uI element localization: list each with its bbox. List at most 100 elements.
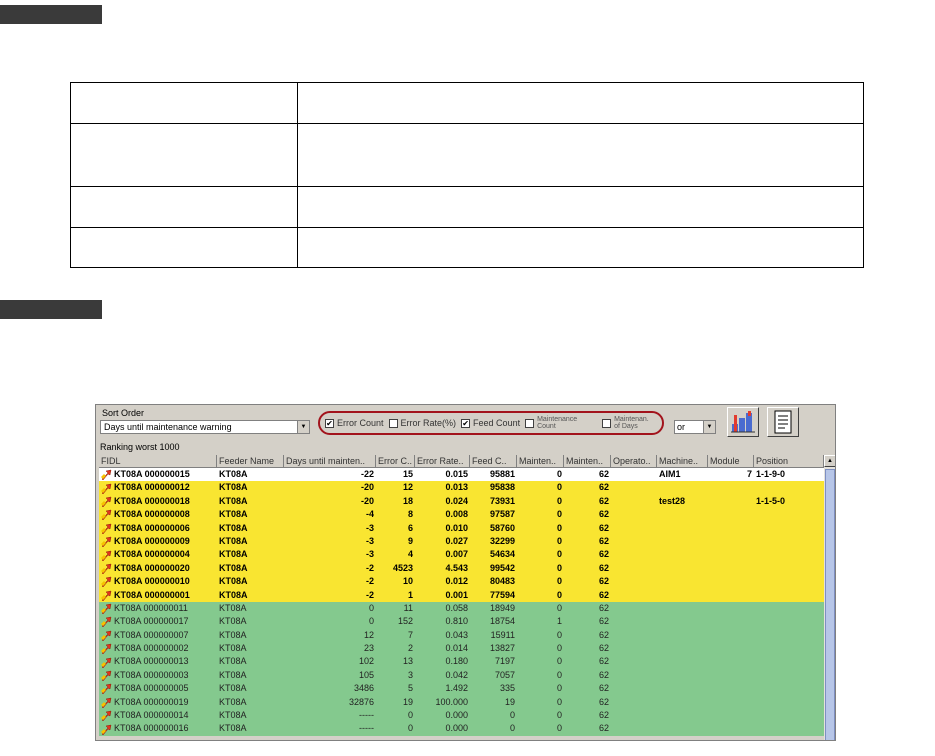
- table-cell: 1: [556, 616, 562, 627]
- table-cell: 0.042: [445, 669, 468, 680]
- table-row[interactable]: KT08A 000000013 KT08A 102 13 0.180 7197 0 62: [99, 655, 824, 669]
- table-cell: [754, 709, 824, 722]
- table-cell: 0.014: [445, 643, 468, 654]
- column-header[interactable]: Machine..: [657, 455, 708, 468]
- table-row[interactable]: KT08A 000000020 KT08A -2 4523 4.543 99542 0 62: [99, 561, 824, 576]
- table-row[interactable]: KT08A 000000005 KT08A 3486 5 1.492 335 0 62: [99, 682, 824, 696]
- table-cell: KT08A 000000020: [99, 562, 217, 575]
- table-cell: 0: [556, 482, 562, 493]
- filter-label: Feed Count: [473, 418, 521, 428]
- logic-select[interactable]: or ▼: [674, 420, 716, 434]
- column-header[interactable]: Operato..: [611, 455, 657, 468]
- table-cell: [754, 548, 824, 561]
- column-header[interactable]: Feed C..: [470, 455, 517, 468]
- table-cell: KT08A 000000014: [99, 709, 217, 722]
- table-row[interactable]: KT08A 000000010 KT08A -2 10 0.012 80483 0 62: [99, 575, 824, 589]
- filter-checkbox-3[interactable]: Maintenance Count: [525, 416, 597, 430]
- checkbox-icon[interactable]: [525, 418, 535, 428]
- sort-order-select[interactable]: Days until maintenance warning ▼: [100, 420, 310, 434]
- table-cell: 0: [556, 576, 562, 587]
- column-header[interactable]: Position: [754, 455, 824, 468]
- table-row[interactable]: KT08A 000000002 KT08A 23 2 0.014 13827 0 62: [99, 642, 824, 656]
- checkbox-icon[interactable]: ✔: [325, 418, 334, 428]
- table-cell: 62: [598, 696, 609, 707]
- scroll-thumb[interactable]: [825, 469, 835, 740]
- feeder-arrow-icon: [101, 590, 112, 601]
- table-row[interactable]: KT08A 000000004 KT08A -3 4 0.007 54634 0 62: [99, 548, 824, 562]
- table-row[interactable]: KT08A 000000012 KT08A -20 12 0.013 95838 0 62: [99, 481, 824, 495]
- table-row[interactable]: KT08A 000000018 KT08A -20 18 0.024 73931 0 62 te…: [99, 494, 824, 509]
- table-cell: 105: [358, 669, 374, 680]
- table-cell: 1.492: [445, 683, 468, 694]
- table-cell: 0.810: [445, 616, 468, 627]
- table-row[interactable]: KT08A 000000019 KT08A 32876 19 100.000 19 0 62: [99, 695, 824, 710]
- table-row[interactable]: KT08A 000000014 KT08A ----- 0 0.000 0 0 62: [99, 709, 824, 723]
- table-cell: KT08A 000000004: [99, 548, 217, 561]
- column-header[interactable]: FIDL: [99, 455, 217, 468]
- checkbox-icon[interactable]: [602, 418, 612, 428]
- filter-checkbox-0[interactable]: ✔ Error Count: [325, 418, 384, 428]
- table-cell: 32876: [348, 696, 374, 707]
- table-row[interactable]: KT08A 000000008 KT08A -4 8 0.008 97587 0 62: [99, 508, 824, 522]
- table-row[interactable]: KT08A 000000016 KT08A ----- 0 0.000 0 0 62: [99, 722, 824, 736]
- table-cell: KT08A: [219, 602, 247, 613]
- checkbox-icon[interactable]: [388, 418, 398, 428]
- chevron-down-icon[interactable]: ▼: [703, 421, 715, 433]
- table-cell: KT08A 000000002: [99, 642, 217, 655]
- table-cell: 0: [556, 710, 562, 721]
- table-cell: KT08A: [219, 696, 247, 707]
- table-cell: KT08A 000000005: [99, 682, 217, 695]
- table-row[interactable]: KT08A 000000017 KT08A 0 152 0.810 18754 1 62: [99, 615, 824, 629]
- table-cell: [611, 655, 657, 668]
- filter-label: Maintenance Count: [537, 416, 578, 430]
- table-cell: 6: [407, 522, 413, 533]
- chart-tool-button[interactable]: [727, 407, 759, 437]
- column-header[interactable]: Mainten..: [517, 455, 564, 468]
- table-cell: [611, 468, 657, 481]
- table-row[interactable]: KT08A 000000001 KT08A -2 1 0.001 77594 0 62: [99, 588, 824, 602]
- vertical-scrollbar[interactable]: ▲: [824, 455, 835, 740]
- filter-checkbox-2[interactable]: ✔ Feed Count: [461, 418, 520, 428]
- table-cell: [708, 575, 754, 588]
- chevron-down-icon[interactable]: ▼: [297, 421, 309, 433]
- table-cell: KT08A: [219, 482, 248, 493]
- table-cell: 62: [598, 482, 609, 493]
- table-cell: 62: [598, 509, 609, 520]
- column-header[interactable]: Error Rate..: [415, 455, 470, 468]
- table-cell: 0: [407, 710, 413, 721]
- column-header[interactable]: Days until mainten..: [284, 455, 376, 468]
- table-row[interactable]: KT08A 000000007 KT08A 12 7 0.043 15911 0 62: [99, 628, 824, 643]
- table-cell: [657, 535, 708, 548]
- table-cell: KT08A 000000016: [99, 722, 217, 735]
- table-cell: [611, 629, 657, 642]
- fidl-text: KT08A 000000008: [114, 509, 190, 520]
- table-cell: 0: [556, 669, 562, 680]
- table-cell: [708, 548, 754, 561]
- table-cell: [657, 602, 708, 615]
- checkbox-icon[interactable]: ✔: [461, 418, 471, 428]
- table-row[interactable]: KT08A 000000006 KT08A -3 6 0.010 58760 0 62: [99, 521, 824, 535]
- table-row[interactable]: KT08A 000000003 KT08A 105 3 0.042 7057 0 62: [99, 668, 824, 683]
- fidl-text: KT08A 000000019: [114, 696, 189, 707]
- column-header[interactable]: Mainten..: [564, 455, 611, 468]
- report-button[interactable]: [767, 407, 799, 437]
- table-row[interactable]: KT08A 000000015 KT08A -22 15 0.015 95881 0 62 AI…: [99, 468, 824, 482]
- table-cell: 18754: [489, 616, 515, 627]
- column-header[interactable]: Error C..: [376, 455, 415, 468]
- filter-checkbox-1[interactable]: Error Rate(%): [388, 418, 456, 428]
- filter-label: Error Count: [337, 418, 384, 428]
- table-cell: 62: [598, 656, 609, 667]
- table-cell: KT08A: [219, 589, 248, 600]
- table-cell: [611, 495, 657, 508]
- table-cell: 1-1-9-0: [756, 469, 786, 479]
- column-header[interactable]: Module: [708, 455, 754, 468]
- table-cell: 0.058: [445, 602, 468, 613]
- filter-checkbox-4[interactable]: Maintenan. of Days: [602, 416, 650, 430]
- table-cell: [611, 722, 657, 735]
- table-cell: [657, 562, 708, 575]
- table-row[interactable]: KT08A 000000009 KT08A -3 9 0.027 32299 0 62: [99, 534, 824, 549]
- column-header[interactable]: Feeder Name: [217, 455, 284, 468]
- table-row[interactable]: KT08A 000000011 KT08A 0 11 0.058 18949 0 62: [99, 601, 824, 616]
- scroll-up-icon[interactable]: ▲: [824, 455, 835, 467]
- fidl-text: KT08A 000000002: [114, 643, 189, 654]
